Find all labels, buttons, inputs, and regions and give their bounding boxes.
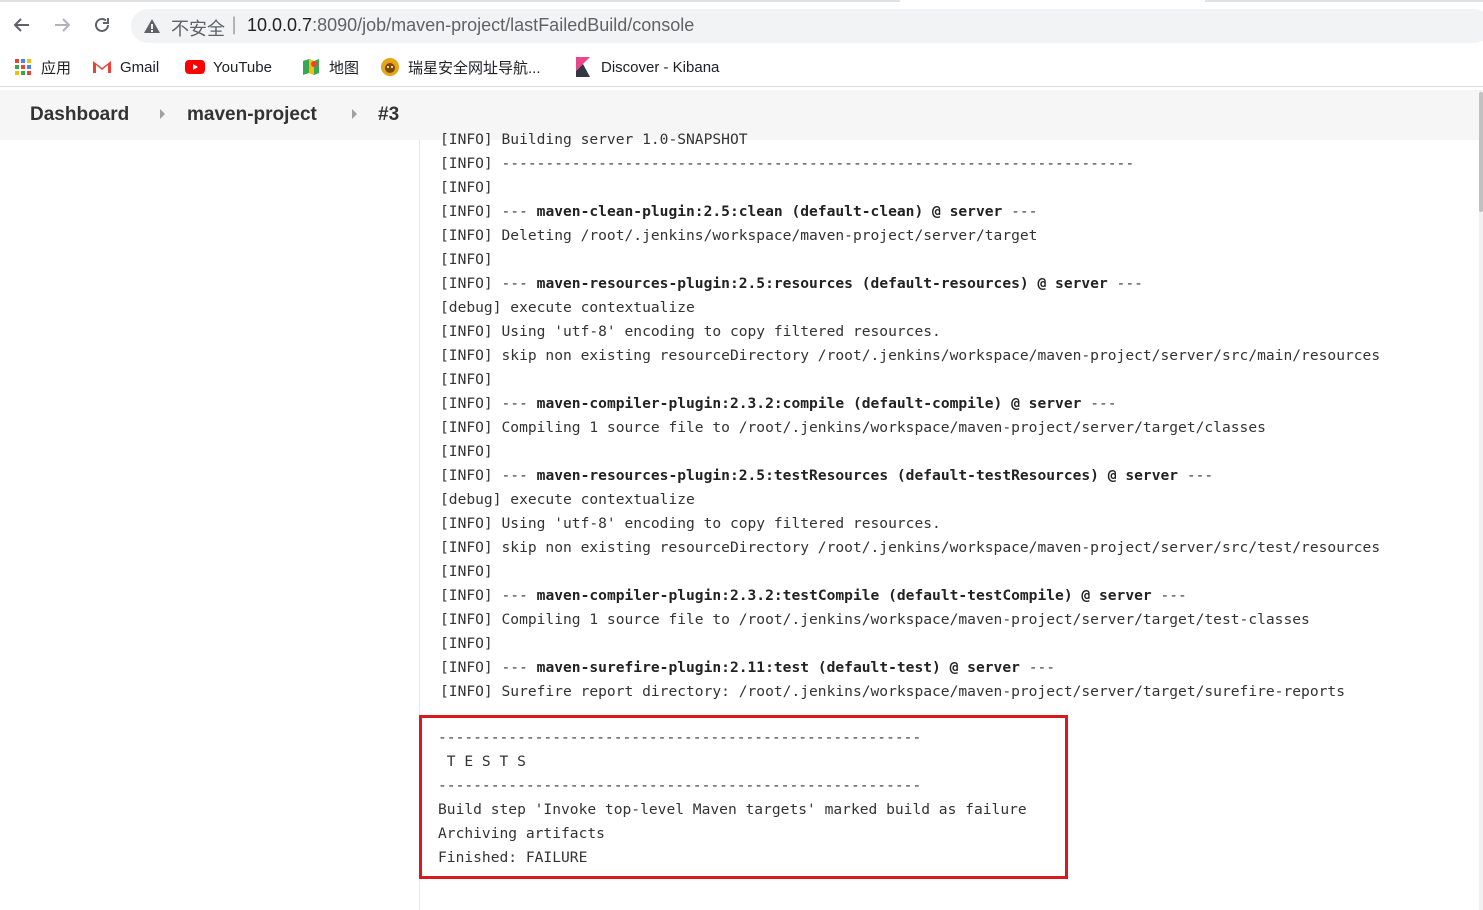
console-line: Build step 'Invoke top-level Maven targe… [438, 801, 1027, 818]
breadcrumb-separator-icon[interactable] [352, 109, 357, 119]
console-line: [INFO] [440, 635, 493, 652]
console-line: [INFO] [440, 563, 493, 580]
gmail-icon [92, 57, 112, 77]
console-line: [INFO] [440, 371, 493, 388]
security-status[interactable]: 不安全 [171, 15, 225, 41]
bookmark-label: 应用 [41, 59, 72, 77]
console-line: [INFO] --- maven-resources-plugin:2.5:re… [440, 275, 1143, 292]
arrow-right-icon [55, 18, 71, 32]
console-line: [INFO] --- maven-compiler-plugin:2.3.2:t… [440, 587, 1187, 604]
kibana-icon [573, 57, 593, 77]
console-line: [INFO] --- maven-compiler-plugin:2.3.2:c… [440, 395, 1117, 412]
scrollbar-thumb[interactable] [1479, 92, 1483, 212]
back-button[interactable] [7, 10, 37, 40]
console-line: ----------------------------------------… [438, 729, 922, 746]
console-line: [INFO] --- maven-clean-plugin:2.5:clean … [440, 203, 1038, 220]
browser-toolbar: 不安全 | 10.0.0.7:8090/job/maven-project/la… [0, 2, 1483, 48]
breadcrumb-separator-icon[interactable] [160, 109, 165, 119]
url-text[interactable]: 10.0.0.7:8090/job/maven-project/lastFail… [247, 15, 694, 36]
console-line: [INFO] Deleting /root/.jenkins/workspace… [440, 227, 1038, 244]
console-line: [INFO] --- maven-resources-plugin:2.5:te… [440, 467, 1214, 484]
bookmark-apps[interactable]: 应用 [13, 56, 71, 78]
console-line: T E S T S [438, 753, 526, 770]
apps-grid-icon [13, 57, 33, 77]
console-line: [INFO] Compiling 1 source file to /root/… [440, 611, 1310, 628]
bookmark-label: 瑞星安全网址导航... [408, 59, 541, 77]
bookmark-label: 地图 [329, 59, 360, 77]
bookmark-label: YouTube [213, 58, 272, 76]
console-line: Finished: FAILURE [438, 849, 588, 866]
url-path: :8090/job/maven-project/lastFailedBuild/… [312, 15, 695, 35]
breadcrumb-build[interactable]: #3 [378, 104, 399, 126]
arrow-left-icon [13, 18, 29, 32]
console-line: [debug] execute contextualize [440, 491, 695, 508]
bookmark-label: Discover - Kibana [601, 58, 720, 76]
bookmark-youtube[interactable]: YouTube [185, 56, 272, 78]
url-separator: | [231, 14, 238, 35]
bookmark-maps[interactable]: 地图 [301, 56, 359, 78]
console-line: [INFO] Compiling 1 source file to /root/… [440, 419, 1266, 436]
console-line: [INFO] [440, 179, 493, 196]
youtube-icon [185, 57, 205, 77]
forward-button[interactable] [47, 10, 77, 40]
console-line: Archiving artifacts [438, 825, 605, 842]
url-host: 10.0.0.7 [247, 15, 313, 35]
console-line: [INFO] Using 'utf-8' encoding to copy fi… [440, 323, 941, 340]
console-line: [INFO] Using 'utf-8' encoding to copy fi… [440, 515, 941, 532]
console-line: [INFO] --- maven-surefire-plugin:2.11:te… [440, 659, 1056, 676]
rising-lion-icon [380, 57, 400, 77]
console-line: [INFO] Surefire report directory: /root/… [440, 683, 1345, 700]
console-line: [debug] execute contextualize [440, 299, 695, 316]
console-line: [INFO] skip non existing resourceDirecto… [440, 539, 1381, 556]
console-line: [INFO] [440, 251, 493, 268]
console-line: [INFO] Building server 1.0-SNAPSHOT [440, 131, 748, 148]
reload-icon [95, 17, 109, 32]
breadcrumb-dashboard[interactable]: Dashboard [30, 104, 129, 126]
breadcrumb-project[interactable]: maven-project [187, 104, 317, 126]
bookmark-label: Gmail [120, 58, 160, 76]
bookmarks-bar: 应用 Gmail YouTube 地图 瑞星安全网址导航... Discover… [0, 48, 1483, 87]
reload-button[interactable] [87, 10, 117, 40]
bookmark-rising[interactable]: 瑞星安全网址导航... [380, 56, 541, 78]
console-line: [INFO] ---------------------------------… [440, 155, 1135, 172]
scrollbar[interactable] [1479, 90, 1483, 910]
address-bar[interactable]: 不安全 | 10.0.0.7:8090/job/maven-project/la… [131, 9, 1483, 43]
console-output: [INFO] Building server 1.0-SNAPSHOT [INFO… [440, 128, 1475, 708]
bookmark-kibana[interactable]: Discover - Kibana [573, 56, 719, 78]
console-line: ----------------------------------------… [438, 777, 922, 794]
warning-icon[interactable] [143, 17, 161, 35]
bookmark-gmail[interactable]: Gmail [92, 56, 159, 78]
console-line: [INFO] [440, 443, 493, 460]
maps-icon [301, 57, 321, 77]
console-line: [INFO] skip non existing resourceDirecto… [440, 347, 1381, 364]
